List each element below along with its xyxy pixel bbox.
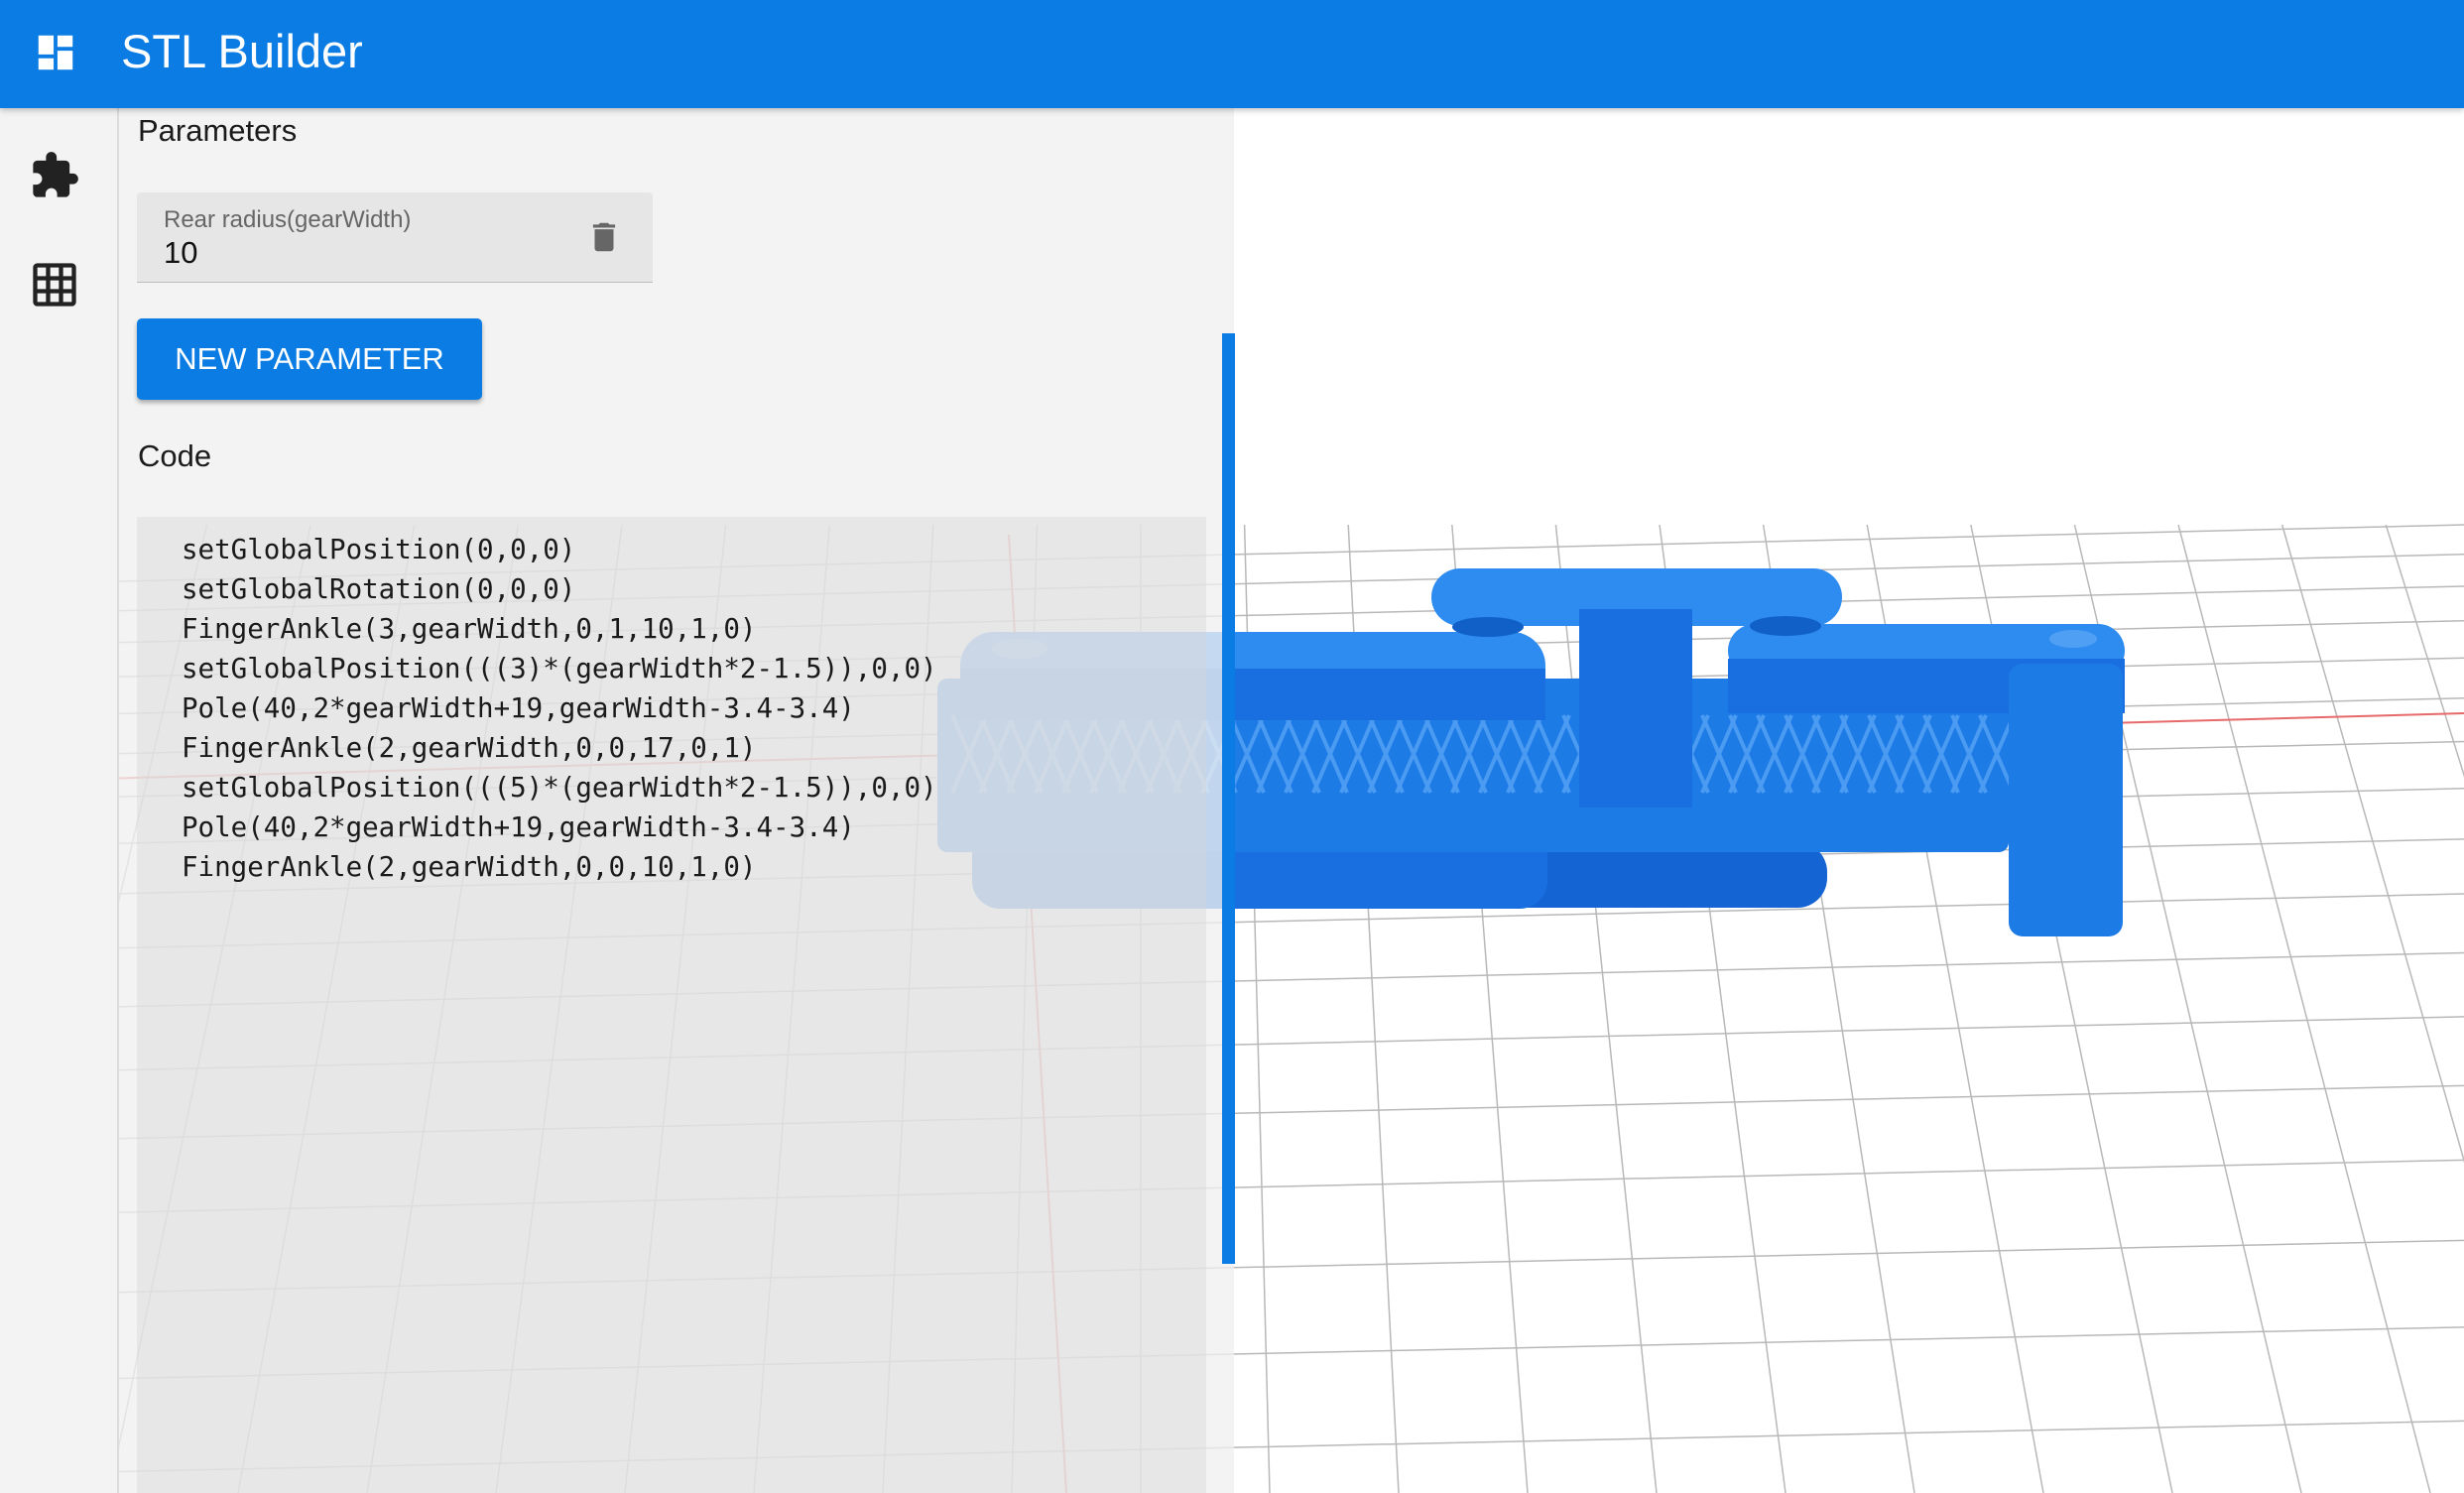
code-line: FingerAnkle(3,gearWidth,0,1,10,1,0) [182,613,757,645]
grid-icon[interactable] [29,259,80,311]
code-editor[interactable]: setGlobalPosition(0,0,0) setGlobalRotati… [137,517,1206,1493]
code-line: setGlobalPosition(((3)*(gearWidth*2-1.5)… [182,653,937,684]
code-line: setGlobalRotation(0,0,0) [182,573,576,605]
panel-resize-handle[interactable] [1222,333,1235,1264]
code-line: Pole(40,2*gearWidth+19,gearWidth-3.4-3.4… [182,811,855,843]
app-bar: STL Builder [0,0,2464,108]
code-line: Pole(40,2*gearWidth+19,gearWidth-3.4-3.4… [182,692,855,724]
parameters-heading: Parameters [138,113,298,148]
parameter-value-input[interactable]: 10 [164,235,197,271]
editor-panel: Parameters Rear radius(gearWidth) 10 NEW… [119,108,1234,1493]
code-line: FingerAnkle(2,gearWidth,0,0,17,0,1) [182,732,757,764]
app-title: STL Builder [121,25,363,77]
parameter-label: Rear radius(gearWidth) [164,206,412,233]
trash-icon[interactable] [585,216,623,258]
nav-rail [0,108,119,1493]
code-heading: Code [138,438,212,473]
puzzle-icon[interactable] [29,150,80,201]
code-line: setGlobalPosition(0,0,0) [182,534,576,565]
parameter-field[interactable]: Rear radius(gearWidth) 10 [137,192,653,283]
code-line: FingerAnkle(2,gearWidth,0,0,10,1,0) [182,851,757,883]
dashboard-icon[interactable] [33,30,78,75]
code-line: setGlobalPosition(((5)*(gearWidth*2-1.5)… [182,772,937,804]
new-parameter-button[interactable]: NEW PARAMETER [137,318,482,400]
